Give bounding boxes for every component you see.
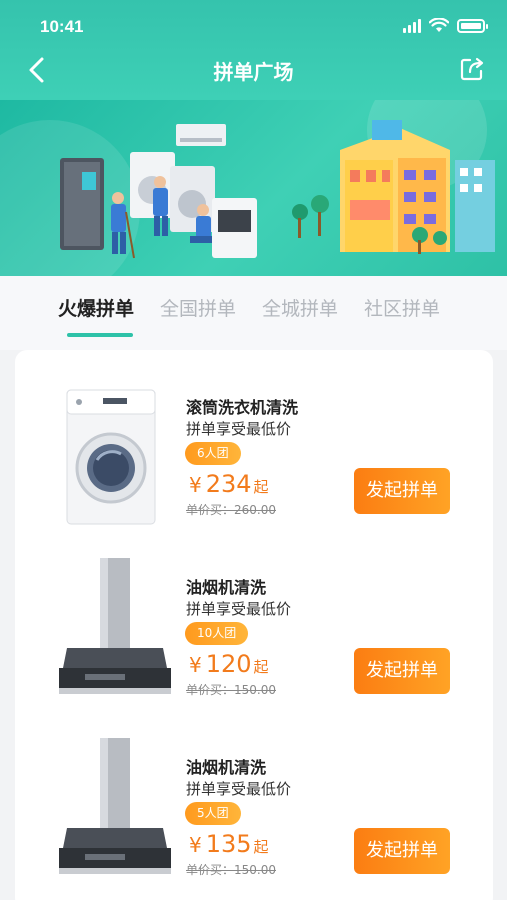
price-value: 234 bbox=[205, 470, 252, 498]
start-group-buy-button[interactable]: 发起拼单 bbox=[354, 828, 450, 874]
item-price: ¥120 起 bbox=[189, 650, 269, 678]
share-icon[interactable] bbox=[457, 54, 487, 84]
tab-city[interactable]: 全城拼单 bbox=[262, 294, 338, 321]
item-price: ¥234 起 bbox=[189, 470, 269, 498]
status-icons bbox=[403, 18, 488, 33]
list-item[interactable]: 油烟机清洗 拼单享受最低价 10人团 ¥120 起 单价买：150.00 发起拼单 bbox=[15, 530, 493, 710]
price-suffix: 起 bbox=[253, 838, 269, 856]
original-price: 单价买：260.00 bbox=[186, 503, 276, 517]
battery-icon bbox=[457, 18, 488, 33]
price-value: 120 bbox=[205, 650, 252, 678]
category-tabs: 火爆拼单 全国拼单 全城拼单 社区拼单 bbox=[0, 276, 507, 350]
item-name: 滚筒洗衣机清洗 bbox=[186, 398, 299, 417]
item-subtitle: 拼单享受最低价 bbox=[186, 780, 292, 798]
page-title: 拼单广场 bbox=[213, 60, 294, 84]
item-subtitle: 拼单享受最低价 bbox=[186, 420, 292, 438]
appliance-cleaning-illustration bbox=[60, 120, 495, 259]
list-item[interactable]: 油烟机清洗 拼单享受最低价 5人团 ¥135 起 单价买：150.00 发起拼单 bbox=[15, 710, 493, 890]
list-item[interactable]: 滚筒洗衣机清洗 拼单享受最低价 6人团 ¥234 起 单价买：260.00 发起拼… bbox=[15, 350, 493, 530]
start-group-buy-button[interactable]: 发起拼单 bbox=[354, 468, 450, 514]
group-size-badge: 5人团 bbox=[185, 802, 241, 825]
status-time: 10:41 bbox=[40, 17, 84, 36]
price-suffix: 起 bbox=[253, 478, 269, 496]
range-hood-image bbox=[59, 738, 171, 874]
item-price: ¥135 起 bbox=[189, 830, 269, 858]
range-hood-image bbox=[59, 558, 171, 694]
group-size-badge: 10人团 bbox=[185, 622, 249, 645]
product-list: 滚筒洗衣机清洗 拼单享受最低价 6人团 ¥234 起 单价买：260.00 发起拼… bbox=[15, 350, 493, 900]
wifi-icon bbox=[429, 18, 449, 32]
item-name: 油烟机清洗 bbox=[186, 758, 267, 777]
group-size-badge: 6人团 bbox=[185, 442, 241, 465]
nav-bar: 拼单广场 bbox=[0, 44, 507, 96]
status-bar: 10:41 bbox=[0, 0, 507, 44]
active-tab-indicator bbox=[67, 333, 133, 337]
washing-machine-image bbox=[66, 389, 156, 525]
currency-symbol: ¥ bbox=[189, 833, 202, 857]
item-subtitle: 拼单享受最低价 bbox=[186, 600, 292, 618]
item-name: 油烟机清洗 bbox=[186, 578, 267, 597]
start-group-buy-button[interactable]: 发起拼单 bbox=[354, 648, 450, 694]
currency-symbol: ¥ bbox=[189, 473, 202, 497]
original-price: 单价买：150.00 bbox=[186, 683, 276, 697]
tab-national[interactable]: 全国拼单 bbox=[160, 294, 236, 321]
tab-community[interactable]: 社区拼单 bbox=[364, 294, 440, 321]
tab-hot[interactable]: 火爆拼单 bbox=[58, 294, 134, 321]
currency-symbol: ¥ bbox=[189, 653, 202, 677]
promo-banner[interactable] bbox=[0, 100, 507, 276]
original-price: 单价买：150.00 bbox=[186, 863, 276, 877]
price-value: 135 bbox=[205, 830, 252, 858]
signal-icon bbox=[403, 18, 421, 33]
price-suffix: 起 bbox=[253, 658, 269, 676]
top-bar: 10:41 拼单广场 bbox=[0, 0, 507, 100]
